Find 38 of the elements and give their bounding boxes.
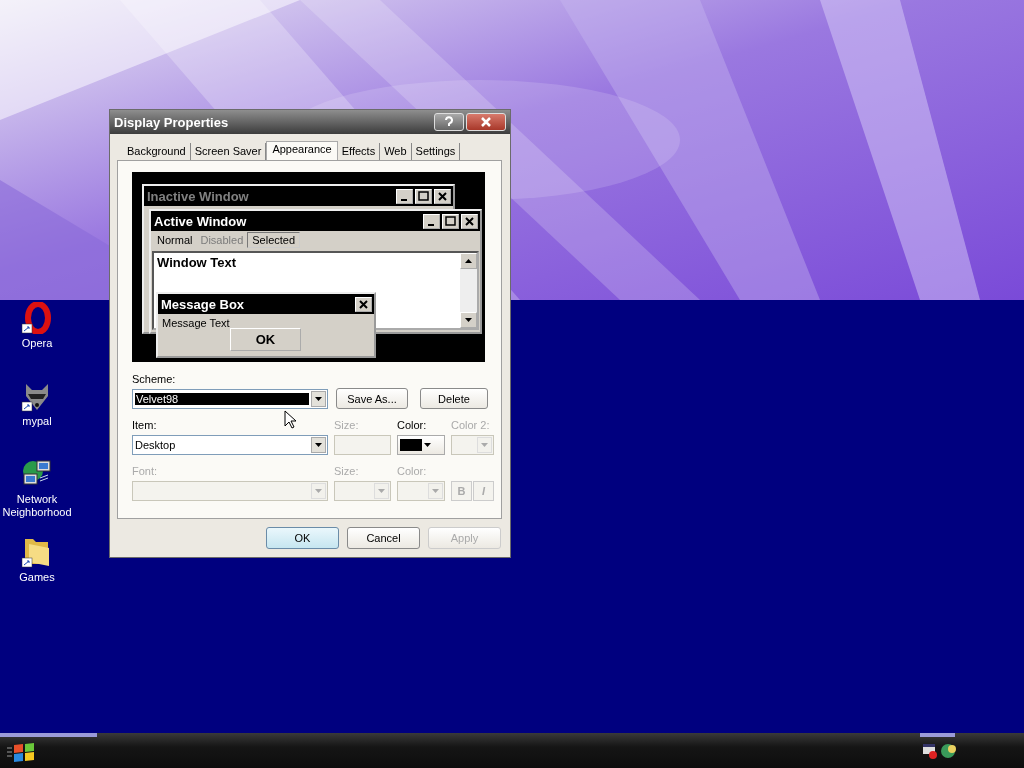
color-picker[interactable] (397, 435, 445, 455)
field-label: Color: (397, 419, 427, 432)
window-title: Inactive Window (147, 188, 249, 204)
message-box-title: Message Box (161, 296, 245, 312)
scheme-dropdown[interactable]: Velvet98 (132, 389, 328, 409)
window-title: Active Window (154, 213, 247, 229)
desktop-icon-label[interactable]: Network Neighborhood (0, 493, 74, 519)
field-label: Size: (334, 465, 359, 478)
desktop-icon-label[interactable]: mypal (22, 415, 52, 428)
field-label: Item: (132, 419, 157, 432)
close-icon (480, 116, 492, 128)
close-button[interactable] (466, 113, 506, 131)
mouse-cursor-icon (284, 410, 296, 429)
save-as-button[interactable]: Save As... (336, 388, 408, 409)
delete-button[interactable]: Delete (420, 388, 488, 409)
desktop-icon-label[interactable]: Games (19, 571, 55, 584)
opera-icon[interactable] (21, 302, 53, 334)
field-label: Font: (132, 465, 158, 478)
window-text: Window Text (157, 255, 237, 270)
help-button[interactable] (434, 113, 464, 131)
scroll-down-icon (465, 318, 472, 322)
field-label: Size: (334, 419, 359, 432)
caret-icon (424, 443, 431, 447)
scroll-up-icon (465, 259, 472, 263)
window-title: Display Properties (114, 114, 230, 130)
field-label: Scheme: (132, 373, 176, 386)
desktop-icon-label[interactable]: Opera (21, 337, 53, 350)
tray-icon[interactable] (940, 743, 958, 759)
tray-icon[interactable] (922, 743, 938, 759)
field-label: Color 2: (451, 419, 490, 432)
message-text: Message Text (162, 317, 231, 329)
dialog-button[interactable]: OK (266, 527, 339, 549)
field-label: Color: (397, 465, 427, 478)
item-dropdown[interactable]: Desktop (132, 435, 328, 455)
question-mark-icon (444, 116, 454, 128)
ok-button[interactable]: OK (230, 328, 301, 351)
tab[interactable]: Appearance (266, 141, 338, 160)
dialog-button[interactable]: Cancel (347, 527, 420, 549)
